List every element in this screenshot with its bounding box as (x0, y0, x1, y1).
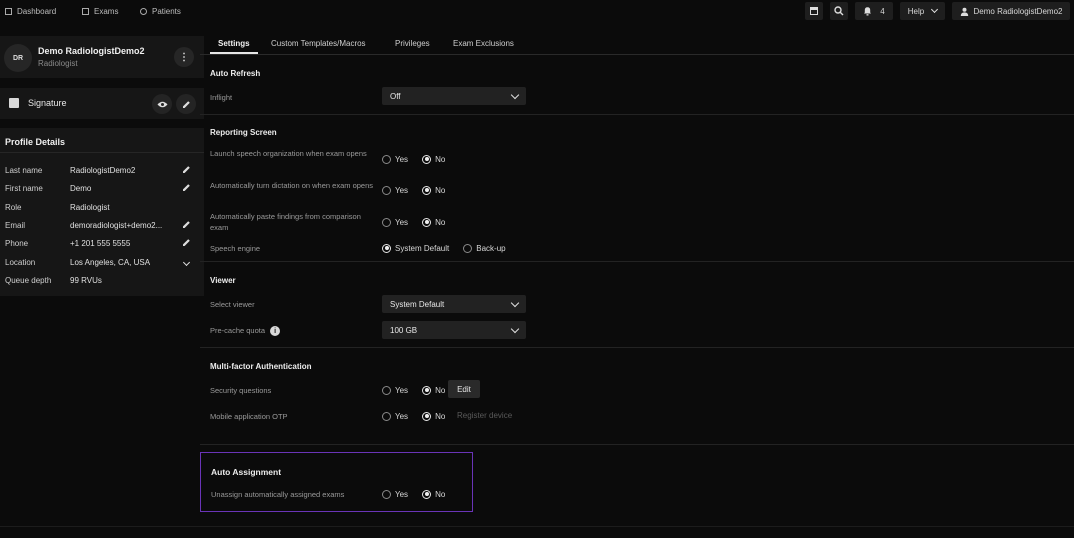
chevron-down-icon (510, 324, 520, 333)
notification-count: 4 (880, 6, 885, 16)
detail-row-location: Location Los Angeles, CA, USA (5, 255, 193, 269)
unassign-label: Unassign automatically assigned exams (211, 490, 345, 499)
tabs-border (200, 54, 1074, 55)
nav-patients[interactable]: Patients (140, 5, 181, 17)
edit-icon (182, 100, 190, 108)
profile-role: Radiologist (38, 59, 78, 68)
signature-label: Signature (28, 98, 67, 108)
paste-yes-radio[interactable] (382, 217, 391, 227)
detail-row-first-name: First name Demo (5, 181, 193, 195)
security-questions-label: Security questions (210, 386, 272, 395)
security-no-radio[interactable] (422, 385, 432, 395)
chevron-down-icon (510, 298, 520, 307)
notifications-button[interactable]: 4 (855, 2, 893, 20)
tab-exam-exclusions[interactable]: Exam Exclusions (453, 39, 514, 48)
nav-exams[interactable]: Exams (82, 5, 118, 17)
divider (200, 261, 1074, 262)
dictation-label: Automatically turn dictation on when exa… (210, 181, 374, 190)
profile-name: Demo RadiologistDemo2 (38, 46, 145, 56)
unassign-radio-group: Yes No (382, 488, 445, 500)
edit-signature-button[interactable] (176, 94, 196, 114)
unassign-yes-radio[interactable] (382, 489, 391, 499)
speech-engine-radio-group: System Default Back-up (382, 242, 506, 254)
bell-icon (864, 7, 872, 16)
edit-icon[interactable] (175, 183, 191, 194)
section-title-auto-refresh: Auto Refresh (210, 69, 261, 78)
detail-row-phone: Phone +1 201 555 5555 (5, 236, 193, 250)
select-viewer-label: Select viewer (210, 300, 255, 309)
divider (200, 114, 1074, 115)
profile-details-title: Profile Details (5, 137, 66, 147)
user-icon (960, 7, 968, 16)
engine-backup-radio[interactable] (463, 243, 473, 253)
chevron-down-icon[interactable] (175, 257, 191, 267)
section-title-mfa: Multi-factor Authentication (210, 362, 312, 371)
paste-findings-label: Automatically paste findings from compar… (210, 212, 361, 232)
section-title-reporting: Reporting Screen (210, 128, 277, 137)
detail-row-queue-depth: Queue depth 99 RVUs (5, 275, 102, 285)
security-yes-radio[interactable] (382, 385, 391, 395)
dashboard-icon (5, 7, 12, 15)
speech-org-no-radio[interactable] (422, 154, 432, 164)
view-signature-button[interactable] (152, 94, 172, 114)
detail-row-role: Role Radiologist (5, 202, 110, 212)
register-device-button[interactable]: Register device (457, 411, 512, 420)
edit-icon[interactable] (175, 165, 191, 176)
search-icon (834, 6, 844, 16)
eye-icon (157, 101, 167, 107)
security-questions-radio-group: Yes No (382, 384, 445, 396)
divider (200, 347, 1074, 348)
more-options-button[interactable]: ⋮ (174, 47, 194, 67)
speech-org-radio-group: Yes No (382, 153, 445, 165)
speech-engine-label: Speech engine (210, 244, 261, 253)
mobile-otp-radio-group: Yes No (382, 410, 445, 422)
search-button[interactable] (830, 2, 848, 20)
divider (200, 444, 1074, 445)
inflight-label: Inflight (210, 93, 233, 102)
nav-dashboard[interactable]: Dashboard (5, 5, 56, 17)
user-menu[interactable]: Demo RadiologistDemo2 (952, 2, 1070, 20)
dictation-yes-radio[interactable] (382, 185, 391, 195)
paste-no-radio[interactable] (422, 217, 432, 227)
tab-settings[interactable]: Settings (218, 39, 250, 48)
section-title-auto-assignment: Auto Assignment (211, 467, 282, 477)
paste-findings-radio-group: Yes No (382, 216, 445, 228)
divider (0, 526, 1074, 527)
image-icon (9, 98, 19, 108)
avatar: DR (4, 44, 32, 72)
detail-row-email: Email demoradiologist+demo2... (5, 218, 193, 232)
divider (0, 152, 204, 153)
dictation-radio-group: Yes No (382, 184, 445, 196)
edit-security-questions-button[interactable]: Edit (448, 380, 480, 398)
kebab-icon: ⋮ (179, 51, 189, 63)
tab-custom-templates[interactable]: Custom Templates/Macros (271, 39, 366, 48)
viewer-select[interactable]: System Default (382, 295, 526, 313)
edit-icon[interactable] (175, 220, 191, 231)
chevron-down-icon (510, 90, 520, 99)
top-navigation-bar: Dashboard Exams Patients 4 Help Demo Rad… (0, 0, 1074, 24)
auto-assignment-highlight (200, 452, 473, 512)
mobile-otp-label: Mobile application OTP (210, 412, 288, 421)
edit-icon[interactable] (175, 238, 191, 249)
tab-privileges[interactable]: Privileges (395, 39, 430, 48)
calendar-icon (810, 7, 818, 15)
exams-icon (82, 7, 89, 15)
unassign-no-radio[interactable] (422, 489, 432, 499)
calendar-button[interactable] (805, 2, 823, 20)
engine-default-radio[interactable] (382, 243, 391, 253)
speech-org-label: Launch speech organization when exam ope… (210, 149, 367, 158)
pre-cache-quota-label: Pre-cache quota i (210, 325, 380, 337)
dictation-no-radio[interactable] (422, 185, 432, 195)
info-icon[interactable]: i (270, 326, 281, 337)
detail-row-last-name: Last name RadiologistDemo2 (5, 163, 193, 177)
speech-org-yes-radio[interactable] (382, 154, 391, 164)
pre-cache-quota-select[interactable]: 100 GB (382, 321, 526, 339)
inflight-select[interactable]: Off (382, 87, 526, 105)
help-dropdown[interactable]: Help (900, 2, 945, 20)
otp-yes-radio[interactable] (382, 411, 391, 421)
chevron-down-icon (931, 5, 939, 14)
section-title-viewer: Viewer (210, 276, 236, 285)
otp-no-radio[interactable] (422, 411, 432, 421)
patients-icon (140, 7, 147, 15)
